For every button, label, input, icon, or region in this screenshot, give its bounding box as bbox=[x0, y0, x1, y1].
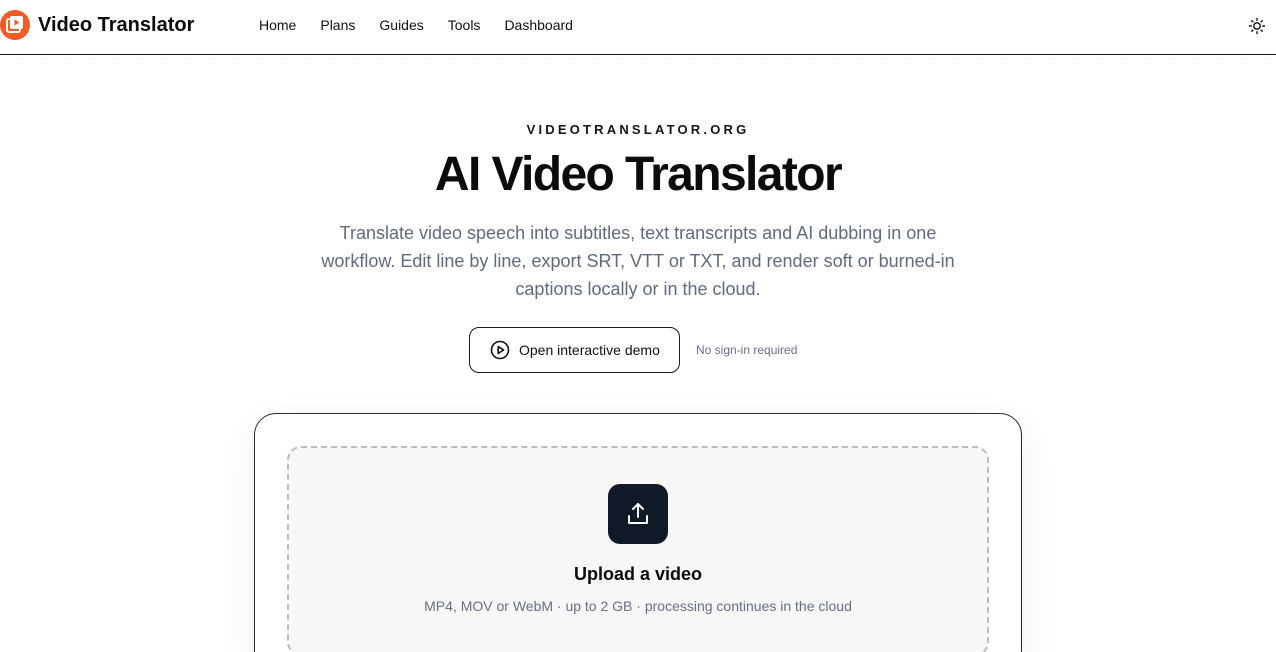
nav-dashboard-link[interactable]: Dashboard bbox=[504, 17, 573, 33]
video-play-logo-icon[interactable] bbox=[0, 10, 30, 40]
demo-note: No sign-in required bbox=[696, 343, 798, 357]
nav-tools-link[interactable]: Tools bbox=[448, 17, 481, 33]
hero-kicker: VIDEOTRANSLATOR.ORG bbox=[526, 122, 750, 137]
open-demo-button[interactable]: Open interactive demo bbox=[469, 327, 680, 373]
top-navbar: Video Translator Home Plans Guides Tools… bbox=[0, 0, 1276, 55]
nav-home-link[interactable]: Home bbox=[259, 17, 296, 33]
upload-dropzone[interactable] bbox=[287, 446, 989, 652]
open-demo-label: Open interactive demo bbox=[519, 342, 660, 358]
sun-icon[interactable] bbox=[1248, 17, 1266, 35]
nav-plans-link[interactable]: Plans bbox=[320, 17, 355, 33]
brand-name[interactable]: Video Translator bbox=[38, 14, 194, 37]
upload-icon[interactable] bbox=[608, 484, 668, 544]
upload-subtitle: MP4, MOV or WebM · up to 2 GB · processi… bbox=[424, 598, 852, 614]
main-nav: Home Plans Guides Tools Dashboard bbox=[259, 17, 573, 33]
page-title: AI Video Translator bbox=[434, 148, 843, 201]
nav-guides-link[interactable]: Guides bbox=[379, 17, 423, 33]
hero-subtitle: Translate video speech into subtitles, t… bbox=[321, 223, 955, 299]
upload-title: Upload a video bbox=[573, 564, 703, 584]
decorative-dot-row bbox=[0, 56, 1276, 62]
play-circle-icon bbox=[490, 340, 510, 360]
